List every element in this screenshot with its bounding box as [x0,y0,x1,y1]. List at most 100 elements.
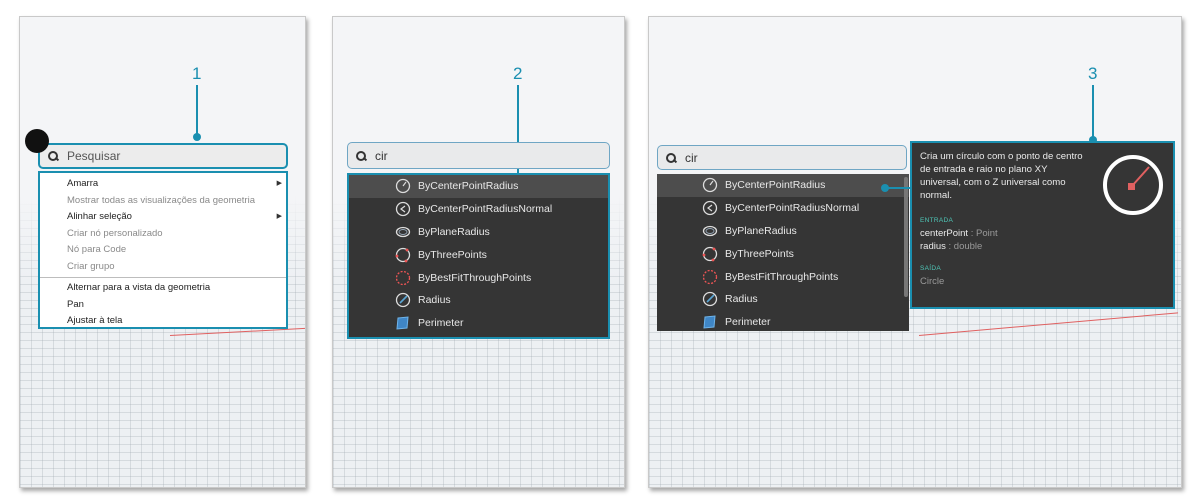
radius-icon [395,292,411,308]
panel-node-tooltip: 3 cir ByCenterPointRadius ByCenterPointR… [648,16,1182,488]
tooltip-connector-line [887,187,911,189]
circle-plane-icon [702,223,718,239]
result-item[interactable]: ByBestFitThroughPoints [657,265,909,288]
result-label: Perimeter [418,317,464,330]
menu-item-label: Nó para Code [67,244,127,255]
circle-center-radius-icon [395,178,411,194]
result-label: ByBestFitThroughPoints [418,271,532,284]
result-item[interactable]: Radius [349,289,608,312]
chevron-right-icon: ▶ [276,213,282,220]
result-item[interactable]: ByThreePoints [349,243,608,266]
circle-node-preview-icon [1101,153,1165,217]
callout-number-2: 2 [513,64,523,83]
result-item[interactable]: ByCenterPointRadiusNormal [657,197,909,220]
param-name: radius [920,241,946,252]
cursor-marker [25,129,49,153]
circle-normal-icon [702,200,718,216]
result-label: ByBestFitThroughPoints [725,270,839,283]
callout-leader-3 [1092,85,1094,139]
search-results-list: ByCenterPointRadius ByCenterPointRadiusN… [657,174,909,331]
radius-icon [702,291,718,307]
menu-item-create-custom-node[interactable]: Criar nó personalizado [40,226,286,243]
menu-item-amarra[interactable]: Amarra ▶ [40,176,286,193]
result-label: ByThreePoints [725,247,794,260]
perimeter-icon [702,314,718,330]
search-icon [356,150,366,161]
tooltip-input-radius: radius : double [920,240,1165,253]
menu-item-label: Mostrar todas as visualizações da geomet… [67,194,255,206]
menu-item-node-to-code[interactable]: Nó para Code [40,242,286,259]
context-menu: Amarra ▶ Mostrar todas as visualizações d… [38,171,288,329]
result-item[interactable]: ByCenterPointRadius [657,174,909,197]
param-separator: : [968,228,976,239]
result-label: Perimeter [725,316,771,329]
search-placeholder: Pesquisar [67,149,121,163]
result-label: Radius [725,293,758,306]
param-type: double [953,241,983,252]
param-type: Point [975,228,998,239]
node-tooltip: Cria um círculo com o ponto de centro de… [910,141,1175,309]
search-input[interactable]: Pesquisar [38,143,288,169]
result-item[interactable]: ByPlaneRadius [349,221,608,244]
circle-plane-icon [395,224,411,240]
callout-leader-1 [196,85,198,137]
result-label: Radius [418,294,451,307]
result-label: ByCenterPointRadius [418,180,519,193]
search-value: cir [375,148,388,163]
result-label: ByThreePoints [418,248,487,261]
panel-context-menu: 1 Pesquisar Amarra ▶ Mostrar todas as vis… [19,16,306,488]
perimeter-icon [395,315,411,331]
menu-item-create-group[interactable]: Criar grupo [40,259,286,276]
result-label: ByCenterPointRadiusNormal [725,202,860,215]
menu-item-show-all-previews[interactable]: Mostrar todas as visualizações da geomet… [40,193,286,210]
circle-best-fit-icon [395,270,411,286]
result-item[interactable]: ByCenterPointRadius [349,175,608,198]
result-label: ByPlaneRadius [418,225,490,238]
param-separator: : [945,241,954,252]
callout-number-3: 3 [1088,64,1098,83]
search-icon [48,151,58,161]
panel-search-results: 2 cir ByCenterPointRadius ByCenterPointR… [332,16,625,488]
menu-item-label: Criar nó personalizado [67,227,163,239]
menu-item-align-selection[interactable]: Alinhar seleção ▶ [40,209,286,226]
results-scrollbar[interactable] [904,177,908,297]
result-item[interactable]: ByBestFitThroughPoints [349,266,608,289]
tooltip-description: Cria um círculo com o ponto de centro de… [920,151,1083,201]
search-value: cir [685,150,698,165]
menu-item-fit-to-screen[interactable]: Ajustar à tela [40,313,286,330]
callout-number-1: 1 [192,64,202,83]
menu-item-label: Amarra [67,178,99,189]
tooltip-output-label: SAÍDA [920,265,942,272]
result-item[interactable]: ByPlaneRadius [657,220,909,243]
menu-item-label: Alinhar seleção [67,211,132,222]
result-label: ByCenterPointRadiusNormal [418,203,553,216]
menu-item-pan[interactable]: Pan [40,297,286,314]
result-item[interactable]: ByThreePoints [657,242,909,265]
chevron-right-icon: ▶ [276,180,282,187]
tooltip-output-type: Circle [920,276,945,287]
search-input[interactable]: cir [347,142,610,169]
callout-dot-1 [193,133,201,141]
circle-three-points-icon [702,246,718,262]
search-icon [666,152,676,163]
param-name: centerPoint [920,228,969,239]
circle-normal-icon [395,201,411,217]
result-label: ByCenterPointRadius [725,179,826,192]
menu-item-switch-geometry-view[interactable]: Alternar para a vista da geometria [40,280,286,297]
menu-item-label: Criar grupo [67,260,115,272]
circle-center-radius-icon [702,177,718,193]
menu-item-label: Alternar para a vista da geometria [67,282,211,293]
search-results-list: ByCenterPointRadius ByCenterPointRadiusN… [347,173,610,339]
result-label: ByPlaneRadius [725,224,797,237]
tooltip-input-centerpoint: centerPoint : Point [920,227,1165,240]
circle-three-points-icon [395,247,411,263]
circle-best-fit-icon [702,269,718,285]
result-item[interactable]: ByCenterPointRadiusNormal [349,198,608,221]
result-item[interactable]: Perimeter [349,312,608,335]
result-item[interactable]: Perimeter [657,311,909,331]
menu-item-label: Ajustar à tela [67,315,123,326]
search-input[interactable]: cir [657,145,907,170]
result-item[interactable]: Radius [657,288,909,311]
menu-separator [40,277,286,278]
menu-item-label: Pan [67,298,84,310]
